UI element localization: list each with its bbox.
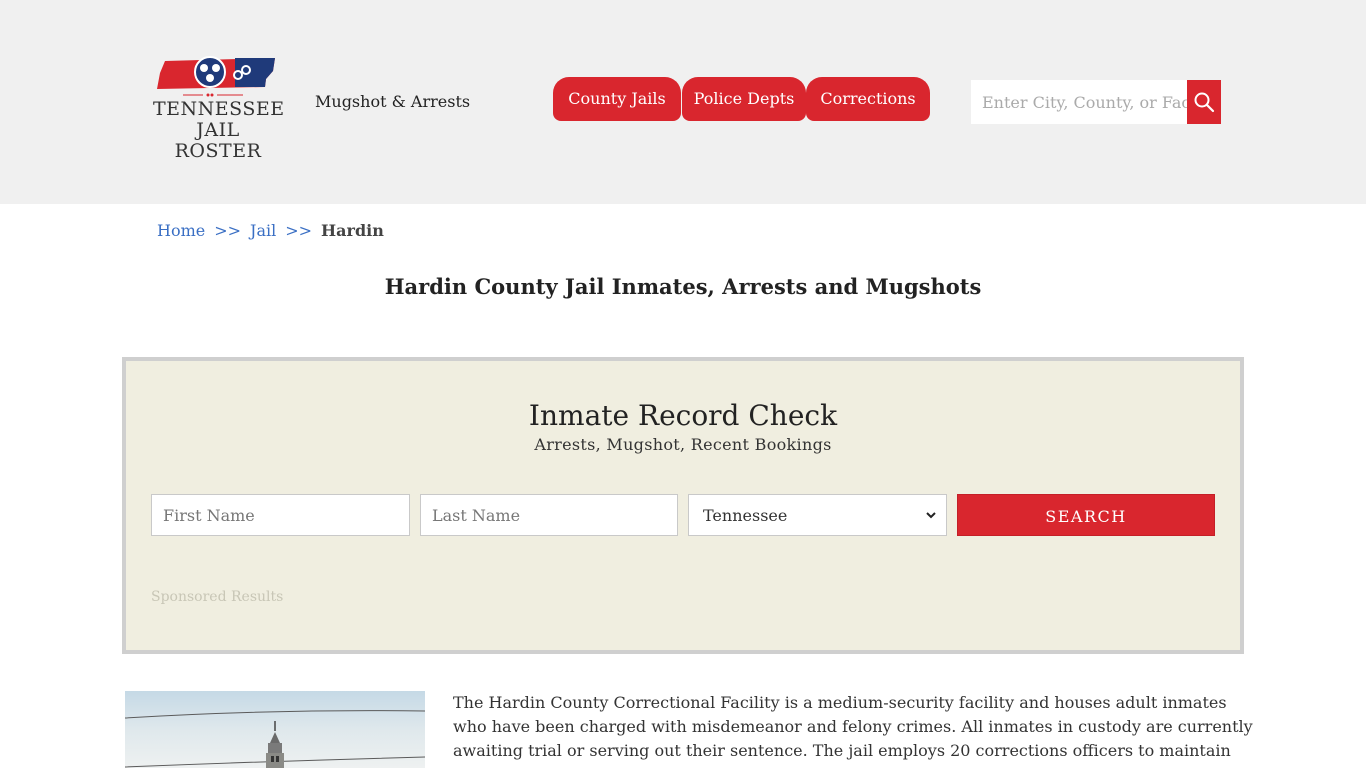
jail-photo [125, 691, 425, 768]
breadcrumb-separator: >> [285, 221, 313, 240]
inmate-record-check: Inmate Record Check Arrests, Mugshot, Re… [122, 357, 1244, 654]
magnifier-icon [1194, 92, 1215, 113]
logo-line-1: TENNESSEE [153, 98, 285, 120]
breadcrumb-separator: >> [214, 221, 242, 240]
site-tagline: Mugshot & Arrests [315, 92, 471, 111]
header-search [971, 80, 1221, 124]
logo-line-2: JAIL ROSTER [174, 119, 262, 162]
facility-search-input[interactable] [971, 80, 1187, 124]
nav-corrections[interactable]: Corrections [806, 77, 930, 121]
breadcrumb-current: Hardin [321, 221, 384, 240]
last-name-input[interactable] [420, 494, 678, 536]
search-button[interactable]: SEARCH [957, 494, 1215, 536]
record-check-title: Inmate Record Check [528, 399, 838, 432]
state-select[interactable]: Tennessee [688, 494, 947, 536]
tennessee-flag-icon [157, 56, 275, 97]
breadcrumb-jail[interactable]: Jail [250, 221, 276, 240]
sponsored-results-label: Sponsored Results [151, 589, 284, 605]
header-search-button[interactable] [1187, 80, 1221, 124]
page-title: Hardin County Jail Inmates, Arrests and … [384, 274, 982, 299]
nav-police-depts[interactable]: Police Depts [682, 77, 806, 121]
jail-description: The Hardin County Correctional Facility … [453, 693, 1253, 768]
chevron-down-icon [926, 512, 936, 519]
record-check-subtitle: Arrests, Mugshot, Recent Bookings [534, 435, 832, 454]
logo-text: TENNESSEE JAIL ROSTER [153, 98, 285, 162]
state-selected-value: Tennessee [703, 505, 788, 525]
site-header: TENNESSEE JAIL ROSTER Mugshot & Arrests … [0, 0, 1366, 204]
breadcrumb-home[interactable]: Home [157, 221, 205, 240]
breadcrumb: Home >> Jail >> Hardin [157, 221, 384, 240]
first-name-input[interactable] [151, 494, 410, 536]
site-logo[interactable]: TENNESSEE JAIL ROSTER [153, 55, 284, 162]
courthouse-image [125, 710, 425, 768]
nav-county-jails[interactable]: County Jails [553, 77, 681, 121]
